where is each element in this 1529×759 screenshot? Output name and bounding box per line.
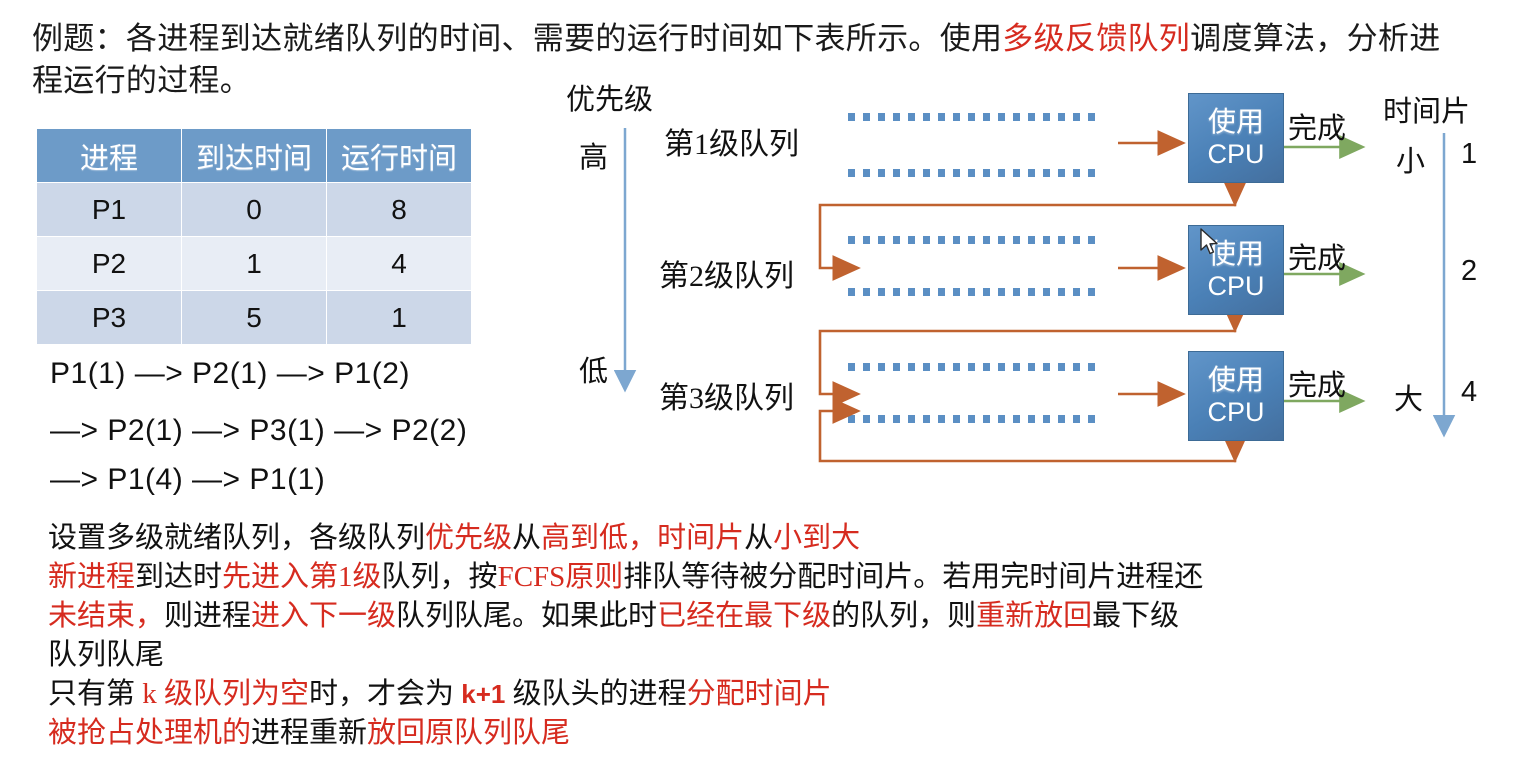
- text-segment: 从: [744, 522, 774, 554]
- text-segment: 未结束，: [48, 600, 165, 632]
- text-segment: 只有第: [48, 678, 136, 710]
- mlfq-diagram: 优先级 高 低 时间片 小 大 1 2 4 第1级队列 第2级队列 第3级队列: [0, 0, 1529, 500]
- done-label-level-3: 完成: [1288, 370, 1347, 402]
- slide-page: 例题：各进程到达就绪队列的时间、需要的运行时间如下表所示。使用多级反馈队列调度算…: [0, 0, 1529, 759]
- text-segment: 级队头的进程: [512, 678, 687, 710]
- text-segment: 队列，按: [381, 561, 498, 593]
- text-segment: k 级队列为空: [135, 678, 310, 710]
- text-segment: FCFS原则: [497, 561, 624, 593]
- text-segment: 放回原队列队尾: [367, 717, 571, 749]
- text-segment: 队列队尾: [48, 639, 165, 671]
- text-segment: 已经在最下级: [657, 600, 832, 632]
- text-segment: 新进程: [48, 561, 136, 593]
- explanation-line: 只有第 k 级队列为空时，才会为 k+1 级队头的进程分配时间片: [48, 675, 1478, 714]
- text-segment: 小到大: [773, 522, 861, 554]
- text-segment: 排队等待被分配时间片。若用完时间片进程还: [623, 561, 1204, 593]
- text-segment: 被抢占处理机的: [48, 717, 252, 749]
- explanation-line: 被抢占处理机的进程重新放回原队列队尾: [48, 714, 1478, 753]
- text-segment: 队列队尾。如果此时: [396, 600, 658, 632]
- cpu-box-label-en: CPU: [1207, 138, 1265, 169]
- cpu-box-level-3[interactable]: 使用 CPU: [1188, 351, 1284, 441]
- explanation-text: 设置多级就绪队列，各级队列优先级从高到低，时间片从小到大 新进程到达时先进入第1级…: [48, 519, 1478, 753]
- text-segment: 的队列，则: [831, 600, 977, 632]
- done-label-level-2: 完成: [1288, 243, 1347, 275]
- text-segment: 进入下一级: [251, 600, 397, 632]
- text-segment: 到达时: [135, 561, 223, 593]
- cpu-box-label-cn: 使用: [1207, 107, 1264, 139]
- cpu-box-level-1[interactable]: 使用 CPU: [1188, 93, 1284, 183]
- text-segment: 进程重新: [251, 717, 368, 749]
- text-segment: 优先级: [425, 522, 513, 554]
- text-segment: 最下级: [1092, 600, 1180, 632]
- explanation-line: 未结束，则进程进入下一级队列队尾。如果此时已经在最下级的队列，则重新放回最下级: [48, 597, 1478, 636]
- explanation-line: 队列队尾: [48, 636, 1478, 675]
- text-segment: 从: [512, 522, 542, 554]
- explanation-line: 设置多级就绪队列，各级队列优先级从高到低，时间片从小到大: [48, 519, 1478, 558]
- text-segment: 时间片: [657, 522, 745, 554]
- cpu-box-label-en: CPU: [1207, 270, 1265, 301]
- done-label-level-1: 完成: [1288, 113, 1347, 145]
- text-segment: 高到低，: [541, 522, 658, 554]
- cpu-box-label-cn: 使用: [1207, 365, 1264, 397]
- text-segment: 设置多级就绪队列，各级队列: [48, 522, 426, 554]
- mouse-pointer-icon: [1200, 228, 1218, 255]
- text-segment: 时，才会为: [309, 678, 455, 710]
- cpu-box-label-en: CPU: [1207, 396, 1265, 427]
- text-segment: k+1: [454, 679, 513, 709]
- text-segment: 则进程: [164, 600, 252, 632]
- explanation-line: 新进程到达时先进入第1级队列，按FCFS原则排队等待被分配时间片。若用完时间片进…: [48, 558, 1478, 597]
- text-segment: 重新放回: [976, 600, 1093, 632]
- text-segment: 分配时间片: [686, 678, 832, 710]
- text-segment: 先进入第1级: [222, 561, 382, 593]
